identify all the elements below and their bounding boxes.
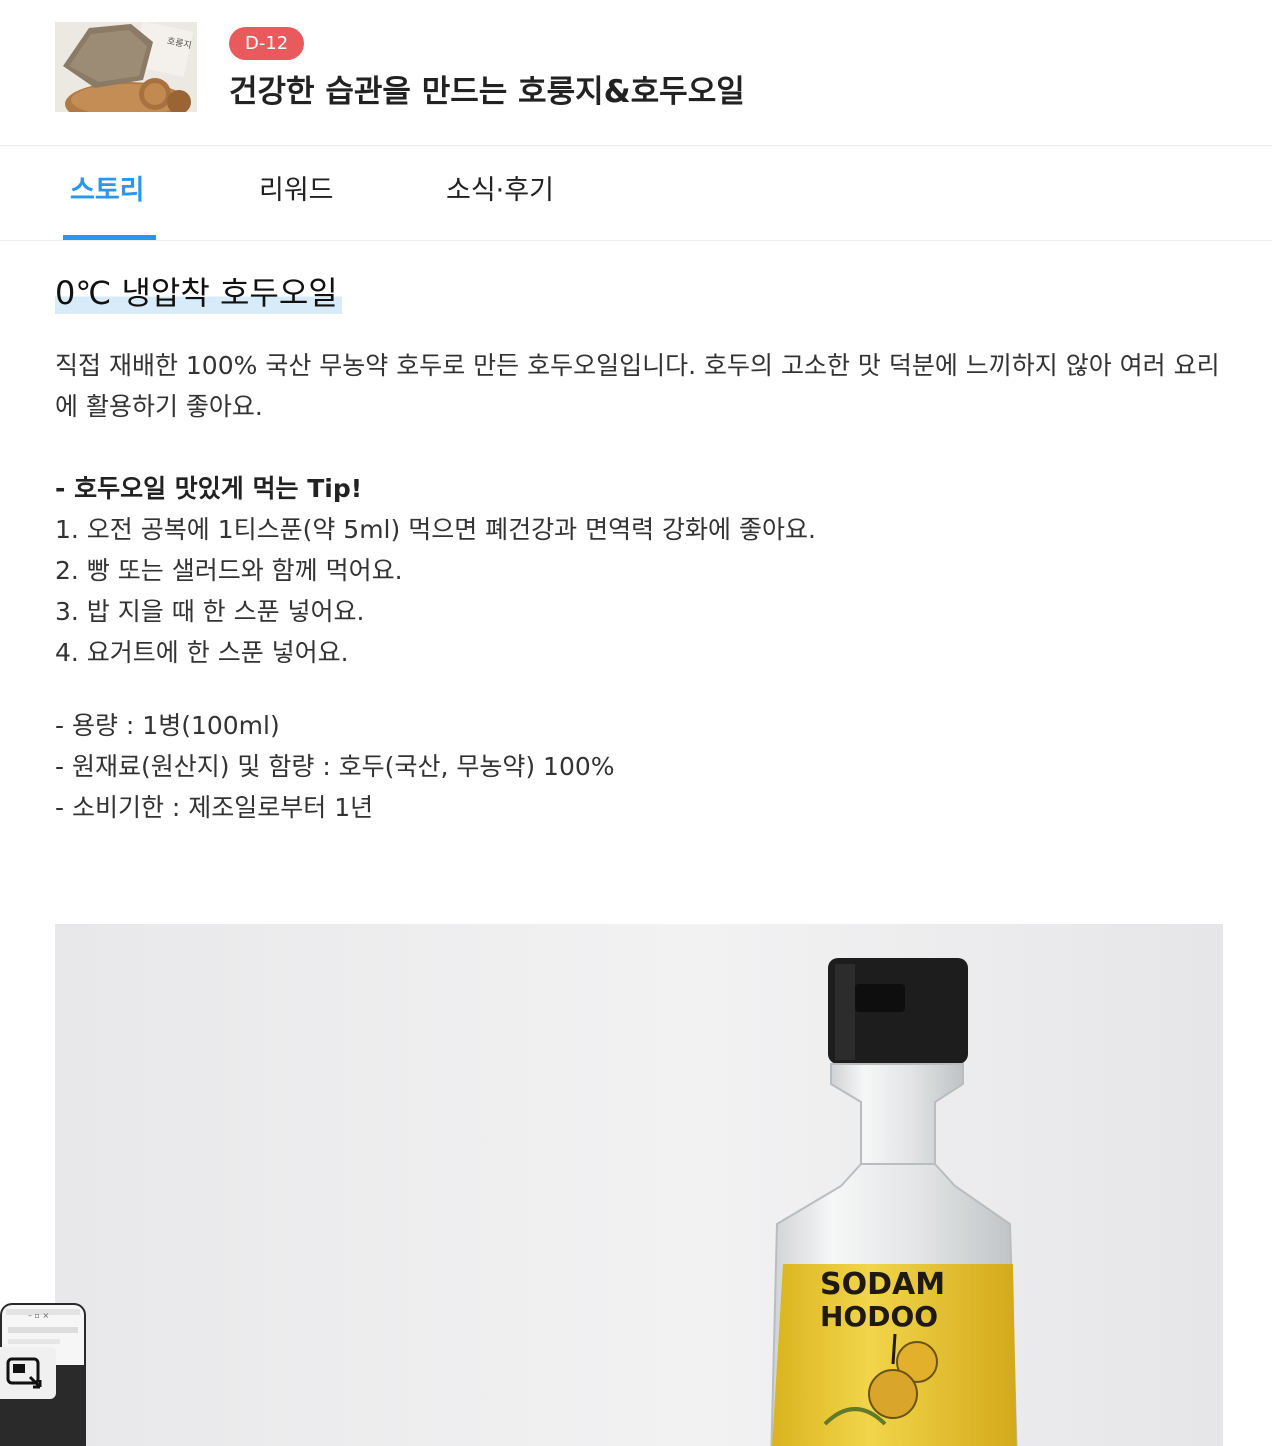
- floating-screen-widget[interactable]: – ▫ ×: [0, 1303, 86, 1446]
- project-header: 호룽지 D-12 건강한 습관을 만드는 호룽지&호두오일: [0, 0, 1272, 146]
- tab-bar: 스토리 리워드 소식·후기: [0, 146, 1272, 241]
- widget-window-controls-icon: – ▫ ×: [28, 1311, 50, 1320]
- section-heading-text: 0℃ 냉압착 호두오일: [55, 268, 342, 314]
- deadline-badge: D-12: [229, 27, 305, 60]
- tip-item: 3. 밥 지을 때 한 스푼 넣어요.: [55, 597, 365, 626]
- tip-item: 1. 오전 공복에 1티스푼(약 5ml) 먹으면 폐건강과 면역력 강화에 좋…: [55, 515, 816, 544]
- screen-capture-icon: [6, 1357, 42, 1389]
- screen-capture-button[interactable]: [0, 1347, 56, 1399]
- bottle-label-line2: HODOO: [820, 1300, 938, 1333]
- tab-rewards[interactable]: 리워드: [259, 146, 334, 240]
- tip-title: - 호두오일 맛있게 먹는 Tip!: [55, 474, 363, 503]
- spec-shelf-life: - 소비기한 : 제조일로부터 1년: [55, 793, 374, 822]
- tip-item: 2. 빵 또는 샐러드와 함께 먹어요.: [55, 556, 403, 585]
- tip-item: 4. 요거트에 한 스푼 넣어요.: [55, 638, 349, 667]
- project-title: 건강한 습관을 만드는 호룽지&호두오일: [229, 74, 745, 110]
- section-heading: 0℃ 냉압착 호두오일: [55, 268, 342, 314]
- product-photo: SODAM HODOO: [55, 924, 1223, 1446]
- tab-news-reviews[interactable]: 소식·후기: [446, 146, 554, 240]
- oil-bottle-image: SODAM HODOO: [55, 924, 1223, 1446]
- project-thumbnail[interactable]: 호룽지: [55, 22, 197, 112]
- spec-ingredients: - 원재료(원산지) 및 함량 : 호두(국산, 무농약) 100%: [55, 752, 615, 781]
- spec-volume: - 용량 : 1병(100ml): [55, 711, 280, 740]
- tab-story[interactable]: 스토리: [70, 146, 145, 240]
- bottle-label-line1: SODAM: [820, 1267, 945, 1302]
- intro-paragraph: 직접 재배한 100% 국산 무농약 호두로 만든 호두오일입니다. 호두의 고…: [55, 351, 1220, 421]
- active-tab-indicator: [63, 235, 156, 240]
